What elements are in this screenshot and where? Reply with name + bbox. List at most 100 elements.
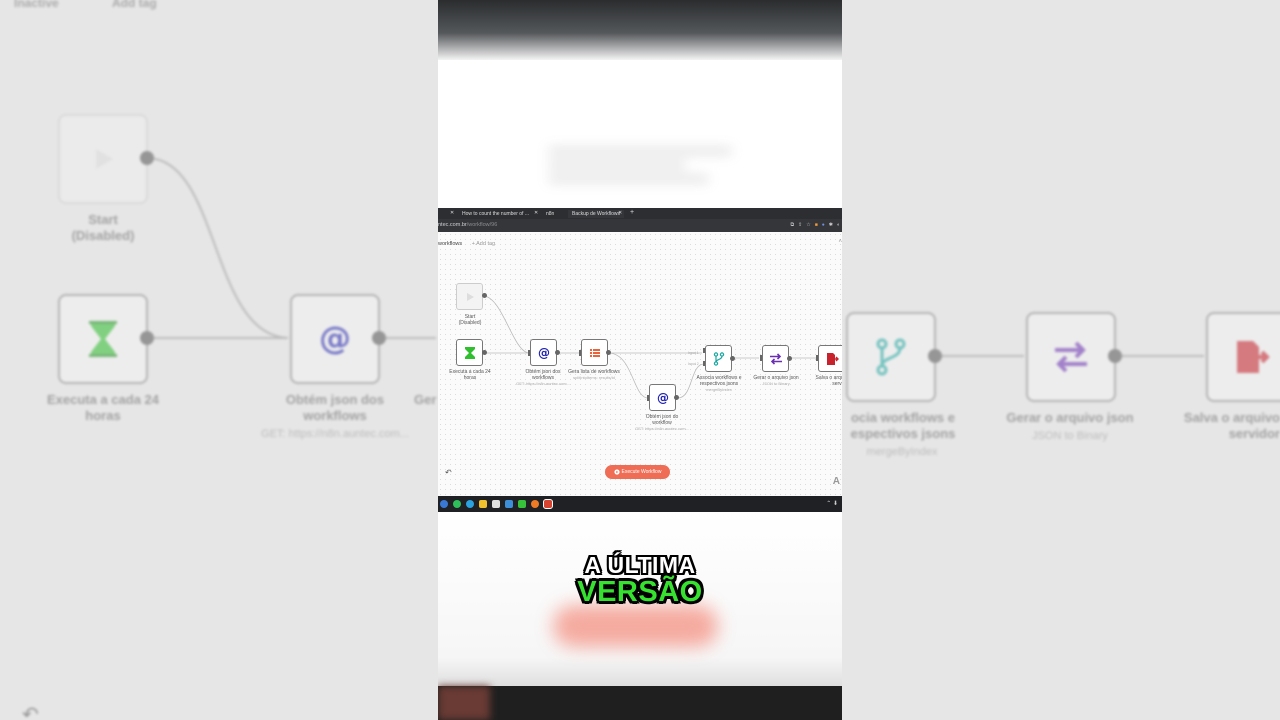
background-http-node: @ (290, 294, 380, 384)
hourglass-icon (464, 346, 475, 359)
background-node-sub: GET: https://n8n.auntec.com... (261, 428, 409, 440)
background-save-node (1206, 312, 1280, 402)
node-label: Salva o arquivo servidor (815, 375, 842, 387)
node-output-dot[interactable] (674, 395, 679, 400)
undo-icon[interactable]: ↶ (445, 468, 452, 477)
close-tab-icon[interactable]: ✕ (450, 210, 454, 216)
tab-label: Backup de Workflows (572, 211, 620, 217)
node-subtitle: GET: https://n8n.auntec.com... (635, 426, 689, 431)
background-output-dot (928, 349, 942, 363)
node-output-dot[interactable] (482, 350, 487, 355)
svg-text:@: @ (319, 319, 351, 357)
profile-icon[interactable]: ◐ (837, 222, 840, 229)
node-start[interactable] (456, 283, 483, 310)
mail-icon[interactable] (505, 500, 513, 508)
node-output-dot[interactable] (787, 356, 792, 361)
node-output-dot[interactable] (482, 293, 487, 298)
node-label: Executa a cada 24 horas (449, 369, 491, 381)
firefox-icon[interactable] (531, 500, 539, 508)
background-output-dot (1108, 349, 1122, 363)
telegram-icon[interactable] (466, 500, 474, 508)
node-write-file[interactable] (818, 345, 842, 372)
play-icon (466, 292, 474, 301)
frame-top-gradient (438, 0, 842, 60)
merge-icon (876, 338, 906, 376)
node-merge[interactable] (705, 345, 732, 372)
swap-icon (769, 352, 782, 365)
browser-tab[interactable]: How to count the number of ... (462, 210, 529, 218)
puzzle-icon[interactable]: ✱ (829, 222, 833, 229)
browser-address-bar[interactable]: ntec.com.br/workflow/96 ⧉ ⇪ ☆ ■ ● ✱ ◐ (438, 219, 842, 232)
close-tab-icon[interactable]: ✕ (618, 210, 622, 216)
store-icon[interactable] (492, 500, 500, 508)
folder-icon[interactable] (479, 500, 487, 508)
background-node-label: Salva o arquivo servidor (1183, 410, 1280, 442)
background-node-label: ocia workflows e espectivos jsons (850, 410, 956, 442)
play-icon (96, 149, 113, 169)
background-output-dot (140, 151, 154, 165)
execute-workflow-label: Execute Workflow (621, 469, 662, 475)
translate-icon[interactable]: ⧉ (790, 222, 794, 229)
node-json-to-binary[interactable] (762, 345, 789, 372)
tray-icons: ⌃ ⬇ (826, 501, 838, 507)
screen-recording: ✕ How to count the number of ... ✕ n8n B… (438, 208, 842, 512)
frame-ghost-text (548, 140, 778, 190)
tab-label: n8n (546, 211, 555, 217)
share-icon[interactable]: ⇪ (798, 222, 802, 229)
at-icon: @ (319, 319, 351, 357)
caption-line-2: VERSÃO (577, 576, 703, 608)
tab-label: How to count the number of ... (462, 211, 529, 217)
node-output-dot[interactable] (730, 356, 735, 361)
node-http-get-workflow[interactable]: @ (649, 384, 676, 411)
execute-workflow-button[interactable]: Execute Workflow (605, 465, 670, 479)
background-cron-node (58, 294, 148, 384)
node-label: Start (Disabled) (458, 314, 482, 326)
address-url[interactable]: ntec.com.br/workflow/96 (438, 222, 497, 228)
node-subtitle: mergeByIndex (706, 387, 732, 392)
flask-icon (613, 469, 620, 475)
workflow-canvas[interactable]: workflows + Add tag ˄ Start (Disabled) E… (438, 232, 842, 496)
new-tab-icon[interactable]: + (630, 209, 634, 216)
address-host: ntec.com.br (438, 222, 467, 228)
at-icon: @ (657, 391, 669, 405)
node-output-dot[interactable] (555, 350, 560, 355)
merge-input-label: Input 2 (688, 362, 699, 366)
merge-input-label: Input 1 (688, 351, 699, 355)
background-node-sub: mergeByIndex (866, 446, 938, 458)
background-undo-icon: ↶ (22, 704, 39, 720)
star-icon[interactable]: ☆ (806, 222, 810, 229)
browser-tab[interactable]: n8n (546, 210, 554, 218)
extension-icon[interactable]: ● (822, 222, 825, 229)
node-cron[interactable] (456, 339, 483, 366)
extension-icon[interactable]: ■ (815, 222, 818, 229)
file-export-icon (826, 352, 839, 365)
swap-icon (1055, 341, 1087, 373)
frame-bottom-bar (438, 686, 842, 720)
browser-toolbar-icons: ⧉ ⇪ ☆ ■ ● ✱ ◐ (790, 222, 840, 229)
node-http-get-workflows[interactable]: @ (530, 339, 557, 366)
background-node-label: Gerar o arquivo json (1006, 410, 1134, 425)
browser-tab-bar: ✕ How to count the number of ... ✕ n8n B… (438, 208, 842, 219)
svg-text:@: @ (538, 346, 550, 360)
node-label: Obtém json do workflow (645, 414, 679, 426)
background-output-dot (372, 331, 386, 345)
file-export-icon (1237, 341, 1270, 373)
whatsapp-icon[interactable] (453, 500, 461, 508)
excel-icon[interactable] (518, 500, 526, 508)
active-app-icon[interactable] (543, 499, 553, 509)
hourglass-icon (89, 321, 117, 357)
node-output-dot[interactable] (606, 350, 611, 355)
background-json-node (1026, 312, 1116, 402)
svg-text:@: @ (657, 391, 669, 405)
at-icon: @ (538, 346, 550, 360)
video-frame: ✕ How to count the number of ... ✕ n8n B… (438, 0, 842, 720)
address-path: /workflow/96 (466, 222, 498, 228)
background-node-label: Obtém json dos workflows (285, 392, 385, 424)
caption-line-1: A ÚLTIMA (584, 552, 696, 578)
start-icon[interactable] (440, 500, 448, 508)
browser-tab-active[interactable]: Backup de Workflows (568, 210, 624, 218)
os-taskbar: ⌃ ⬇ (438, 496, 842, 512)
node-split-list[interactable] (581, 339, 608, 366)
background-merge-node (846, 312, 936, 402)
close-tab-icon[interactable]: ✕ (534, 210, 538, 216)
